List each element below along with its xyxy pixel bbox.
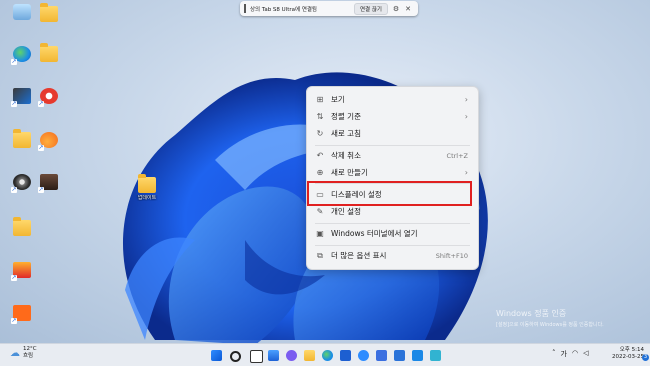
desktop-icon-app[interactable] [29, 174, 69, 193]
wifi-icon[interactable]: ◠ [572, 349, 578, 359]
desktop-icon-folder[interactable] [29, 43, 69, 64]
desktop[interactable]: 업데이트 상의 Tab S8 Ultra에 연결됨 연결 끊기 ⚙ ✕ ⊞ 보기… [0, 0, 650, 343]
menu-divider [315, 245, 470, 246]
notification-badge[interactable]: 3 [642, 354, 649, 361]
ime-icon[interactable]: 가 [561, 349, 567, 359]
refresh-icon: ↻ [316, 129, 324, 138]
menu-item-more-options[interactable]: ⧉ 더 많은 옵션 표시 Shift+F10 [307, 248, 478, 263]
menu-item-personalize[interactable]: ✎ 개인 설정 [307, 204, 478, 219]
folder-icon [13, 217, 31, 236]
grid-icon: ⊞ [316, 95, 324, 104]
phone-link-notification: 상의 Tab S8 Ultra에 연결됨 연결 끊기 ⚙ ✕ [240, 1, 418, 16]
folder-icon [138, 174, 156, 193]
chat-icon[interactable] [286, 350, 297, 361]
system-tray: ˄ 가 ◠ ◁ [552, 349, 588, 359]
menu-item-new[interactable]: ⊕ 새로 만들기 › [307, 165, 478, 180]
weather-widget[interactable]: ☁ 12°C 흐림 [10, 346, 37, 360]
store-icon[interactable] [340, 350, 351, 361]
menu-item-label: Windows 터미널에서 열기 [331, 229, 418, 238]
desktop-icon-update-folder[interactable]: 업데이트 [127, 174, 167, 201]
chevron-up-icon[interactable]: ˄ [552, 349, 556, 359]
desktop-icon-folder[interactable] [2, 217, 42, 238]
file-explorer-icon[interactable] [304, 350, 315, 361]
menu-divider [315, 145, 470, 146]
desktop-icon-app[interactable] [29, 132, 69, 151]
start-icon[interactable] [211, 350, 222, 361]
zoom-icon[interactable] [358, 350, 369, 361]
folder-icon [40, 3, 58, 22]
clock-time: 오후 5:14 [619, 347, 644, 353]
tablet-icon [244, 4, 246, 13]
weather-desc: 흐림 [23, 353, 34, 359]
cloud-icon: ☁ [10, 347, 20, 359]
chevron-right-icon: › [464, 95, 468, 104]
desktop-icon-app[interactable] [2, 262, 42, 281]
camera-app-icon [38, 88, 58, 107]
watermark-subtitle: [설정]으로 이동하여 Windows를 정품 인증합니다. [496, 322, 604, 328]
phone-link-icon[interactable] [376, 350, 387, 361]
edge-icon[interactable] [322, 350, 333, 361]
disconnect-button[interactable]: 연결 끊기 [354, 2, 388, 15]
menu-item-terminal[interactable]: ▣ Windows 터미널에서 열기 [307, 226, 478, 241]
gear-icon[interactable]: ⚙ [392, 5, 400, 13]
menu-item-label: 삭제 취소 [331, 151, 361, 160]
desktop-icon-folder[interactable] [29, 3, 69, 24]
search-icon[interactable] [230, 351, 241, 362]
clock[interactable]: 오후 5:14 2022-03-25 [612, 347, 644, 361]
desktop-icon-app[interactable] [2, 305, 42, 324]
menu-item-refresh[interactable]: ↻ 새로 고침 [307, 126, 478, 141]
more-options-icon: ⧉ [317, 250, 323, 260]
sort-icon: ⇅ [316, 112, 324, 121]
gom-tv-icon [11, 305, 31, 324]
context-menu: ⊞ 보기 › ⇅ 정렬 기준 › ↻ 새로 고침 ↶ 삭제 취소 Ctrl+Z … [306, 86, 479, 270]
app-icon[interactable] [412, 350, 423, 361]
menu-item-label: 정렬 기준 [331, 112, 361, 121]
menu-item-label: 새로 고침 [331, 129, 361, 138]
taskbar: ☁ 12°C 흐림 ˄ 가 ◠ ◁ 오후 5:14 2022-03-25 3 [0, 343, 650, 366]
widgets-icon[interactable] [268, 350, 279, 361]
menu-item-undo[interactable]: ↶ 삭제 취소 Ctrl+Z [307, 148, 478, 163]
watermark-title: Windows 정품 인증 [496, 309, 567, 318]
menu-item-label: 개인 설정 [331, 207, 361, 216]
menu-item-label: 새로 만들기 [331, 168, 368, 177]
app-icon[interactable] [394, 350, 405, 361]
menu-item-sort[interactable]: ⇅ 정렬 기준 › [307, 109, 478, 124]
folder-label: 업데이트 [137, 195, 157, 201]
menu-item-label: 보기 [331, 95, 345, 104]
menu-item-view[interactable]: ⊞ 보기 › [307, 92, 478, 107]
menu-item-label: 더 많은 옵션 표시 [331, 251, 387, 260]
terminal-icon: ▣ [316, 229, 324, 238]
chevron-right-icon: › [464, 168, 468, 177]
brush-icon: ✎ [316, 207, 324, 216]
undo-icon: ↶ [316, 151, 324, 160]
menu-divider [315, 223, 470, 224]
highlight-box [307, 181, 472, 206]
notification-text: 상의 Tab S8 Ultra에 연결됨 [250, 6, 317, 13]
new-icon: ⊕ [316, 168, 324, 177]
task-view-icon[interactable] [250, 350, 263, 363]
activation-watermark: Windows 정품 인증 [설정]으로 이동하여 Windows를 정품 인증… [496, 308, 604, 328]
chevron-right-icon: › [464, 112, 468, 121]
app-icon [38, 174, 58, 193]
shortcut-hint: Shift+F10 [435, 251, 468, 260]
volume-icon[interactable]: ◁ [583, 349, 588, 359]
weather-temp: 12°C [23, 346, 37, 352]
close-icon[interactable]: ✕ [404, 5, 412, 13]
desktop-icon-app[interactable] [29, 88, 69, 107]
shortcut-hint: Ctrl+Z [446, 151, 468, 160]
app-icon[interactable] [430, 350, 441, 361]
clock-date: 2022-03-25 [612, 354, 644, 360]
folder-icon [40, 43, 58, 62]
download-app-icon [11, 262, 31, 281]
avast-icon [38, 132, 58, 151]
